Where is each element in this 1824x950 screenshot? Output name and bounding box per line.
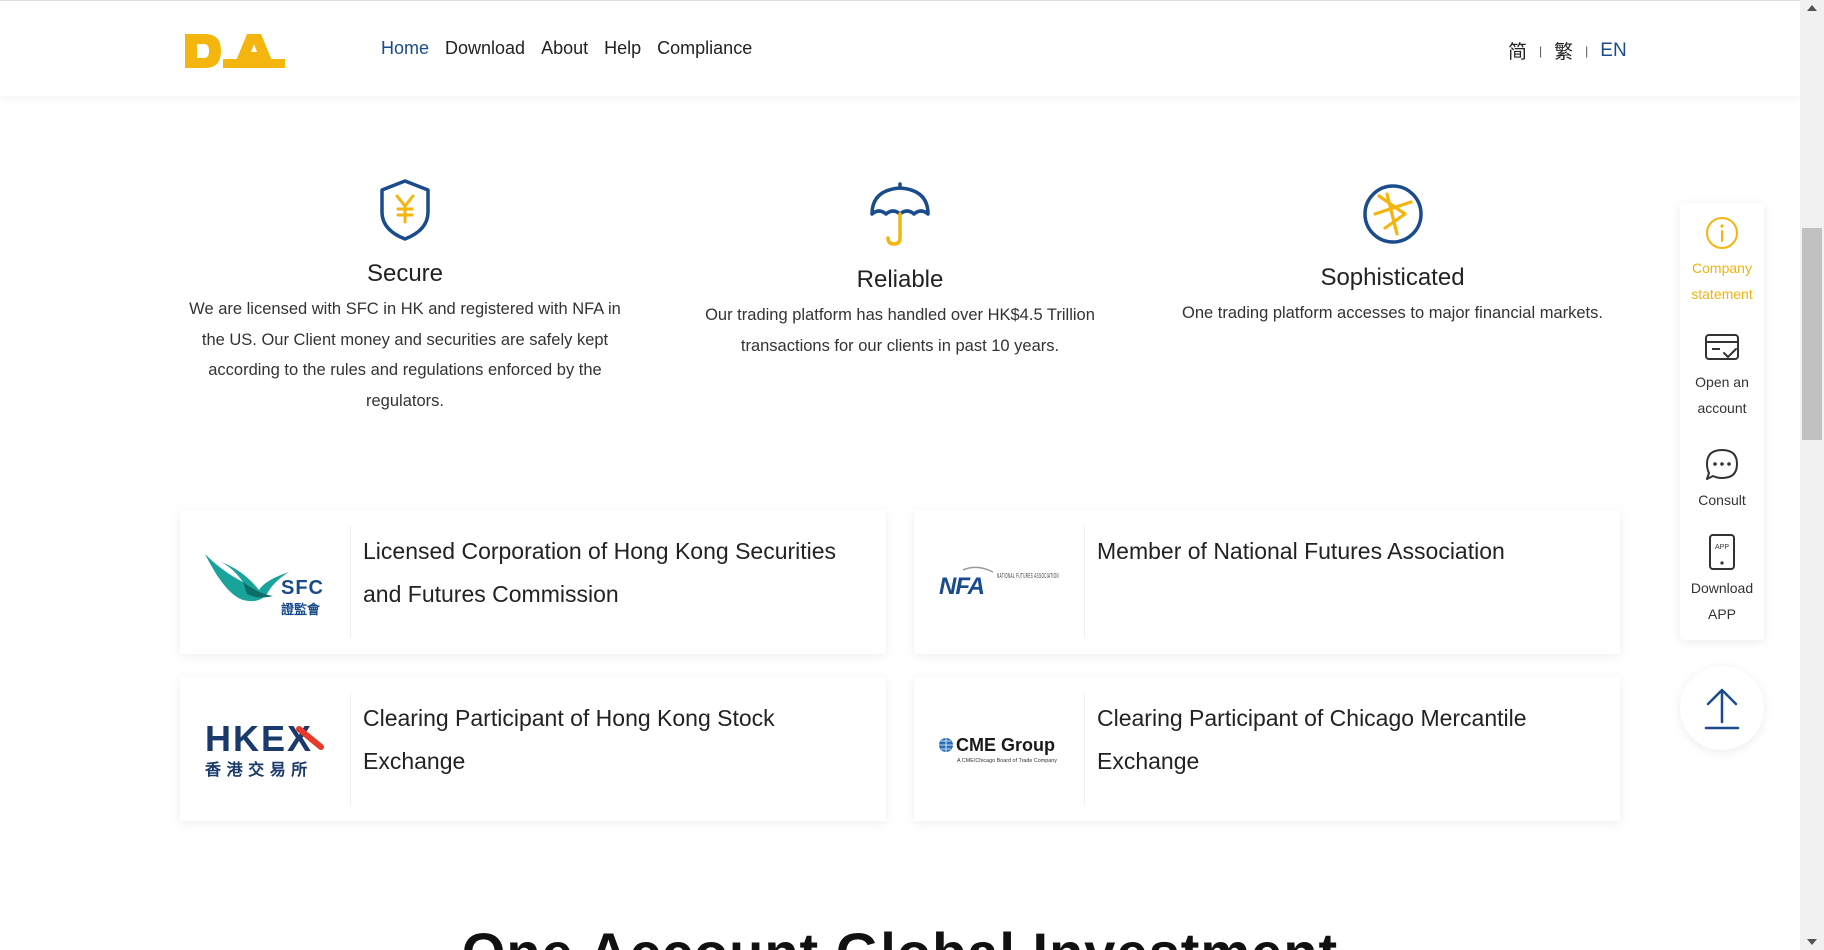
feature-title: Reliable [856,266,944,293]
nav-about[interactable]: About [541,38,588,59]
language-switcher: 简 | 繁 | EN [1508,37,1627,64]
page: Home Download About Help Compliance 简 | … [0,0,1824,950]
cme-logo-subtext: A CME/Chicago Board of Trade Company [957,758,1058,764]
umbrella-icon [870,182,930,246]
nfa-logo-mark: NFA NATIONAL FUTURES ASSOCIATION [939,566,1059,600]
side-open-account[interactable]: Open an account [1680,331,1764,421]
hkex-logo-mark: HKEX 香 港 交 易 所 [204,718,324,779]
feature-reliable: Reliable Our trading platform has handle… [690,182,1110,361]
side-float-panel: Company statement Open an account Consul… [1680,203,1764,640]
compass-arrow-icon [1362,184,1423,244]
side-company-statement[interactable]: Company statement [1680,215,1764,307]
feature-text: One trading platform accesses to major f… [1182,304,1603,322]
feature-title: Secure [366,260,444,287]
license-card-cme: CME Group A CME/Chicago Board of Trade C… [914,677,1620,821]
feature-text: We are licensed with SFC in HK and regis… [189,300,621,410]
nav-help[interactable]: Help [604,38,641,59]
side-label: Consult [1698,492,1746,508]
side-consult[interactable]: Consult [1680,447,1764,513]
nav-download[interactable]: Download [445,38,525,59]
card-text: Clearing Participant of Hong Kong Stock … [363,705,775,774]
sfc-logo-subtext: 證監會 [281,602,321,618]
license-card-sfc: SFC 證監會 Licensed Corporation of Hong Kon… [180,510,886,654]
nfa-logo: NFA NATIONAL FUTURES ASSOCIATION [914,510,1084,654]
side-label: statement [1691,286,1753,302]
back-to-top-button[interactable] [1680,666,1764,750]
feature-title: Sophisticated [1320,264,1465,291]
chat-bubble-icon [1706,449,1738,480]
card-divider [1084,693,1085,805]
side-label: APP [1707,606,1736,622]
hkex-logo: HKEX 香 港 交 易 所 [180,677,350,821]
license-card-nfa: NFA NATIONAL FUTURES ASSOCIATION Member … [914,510,1620,654]
scroll-down-arrow-icon[interactable] [1807,939,1817,945]
card-text: Clearing Participant of Chicago Mercanti… [1097,705,1527,774]
card-text: Licensed Corporation of Hong Kong Securi… [363,538,837,607]
lang-separator: | [1539,43,1543,58]
arrow-up-icon [1704,688,1740,730]
lang-simplified[interactable]: 简 [1508,37,1527,64]
nav-compliance[interactable]: Compliance [657,38,752,59]
scroll-up-arrow-icon[interactable] [1807,5,1817,11]
feature-secure: Secure We are licensed with SFC in HK an… [180,178,630,416]
side-download-app[interactable]: APP Download APP [1680,533,1764,627]
info-circle-icon [1706,217,1738,249]
card-divider [1084,526,1085,638]
account-card-icon [1705,334,1739,360]
cme-logo-mark: CME Group A CME/Chicago Board of Trade C… [939,735,1058,764]
page-scrollbar[interactable] [1800,0,1824,950]
license-card-hkex: HKEX 香 港 交 易 所 Clearing Participant of H… [180,677,886,821]
app-icon-text: APP [1715,544,1729,551]
card-divider [350,693,351,805]
feature-sophisticated: Sophisticated One trading platform acces… [1160,182,1625,329]
phone-app-icon: APP [1709,534,1735,570]
side-label: Download [1690,580,1754,596]
side-label: Company [1692,260,1752,276]
sfc-logo-text: SFC [281,577,324,599]
section-title: One Account Global Investment [0,920,1800,950]
sfc-eagle-icon: SFC 證監會 [205,554,324,618]
lang-english[interactable]: EN [1600,40,1626,62]
scroll-thumb[interactable] [1802,228,1822,440]
nfa-logo-text: NFA [939,573,984,600]
hkex-logo-text: HKEX [205,718,313,759]
cme-logo-text: CME Group [956,735,1055,755]
card-divider [350,526,351,638]
feature-text: Our trading platform has handled over HK… [705,306,1095,355]
card-text: Member of National Futures Association [1097,538,1505,564]
cme-logo: CME Group A CME/Chicago Board of Trade C… [914,677,1084,821]
sfc-logo: SFC 證監會 [180,510,350,654]
hkex-logo-subtext: 香 港 交 易 所 [204,760,307,779]
nav-home[interactable]: Home [381,38,429,59]
side-label: account [1697,400,1747,416]
nfa-logo-subtext: NATIONAL FUTURES ASSOCIATION [997,571,1059,580]
lang-traditional[interactable]: 繁 [1554,37,1573,64]
brand-logo[interactable] [183,31,293,71]
site-header: Home Download About Help Compliance 简 | … [0,0,1800,96]
shield-yen-icon [380,179,430,241]
main-nav: Home Download About Help Compliance [381,38,752,59]
side-label: Open an [1695,374,1749,390]
lang-separator: | [1585,43,1589,58]
